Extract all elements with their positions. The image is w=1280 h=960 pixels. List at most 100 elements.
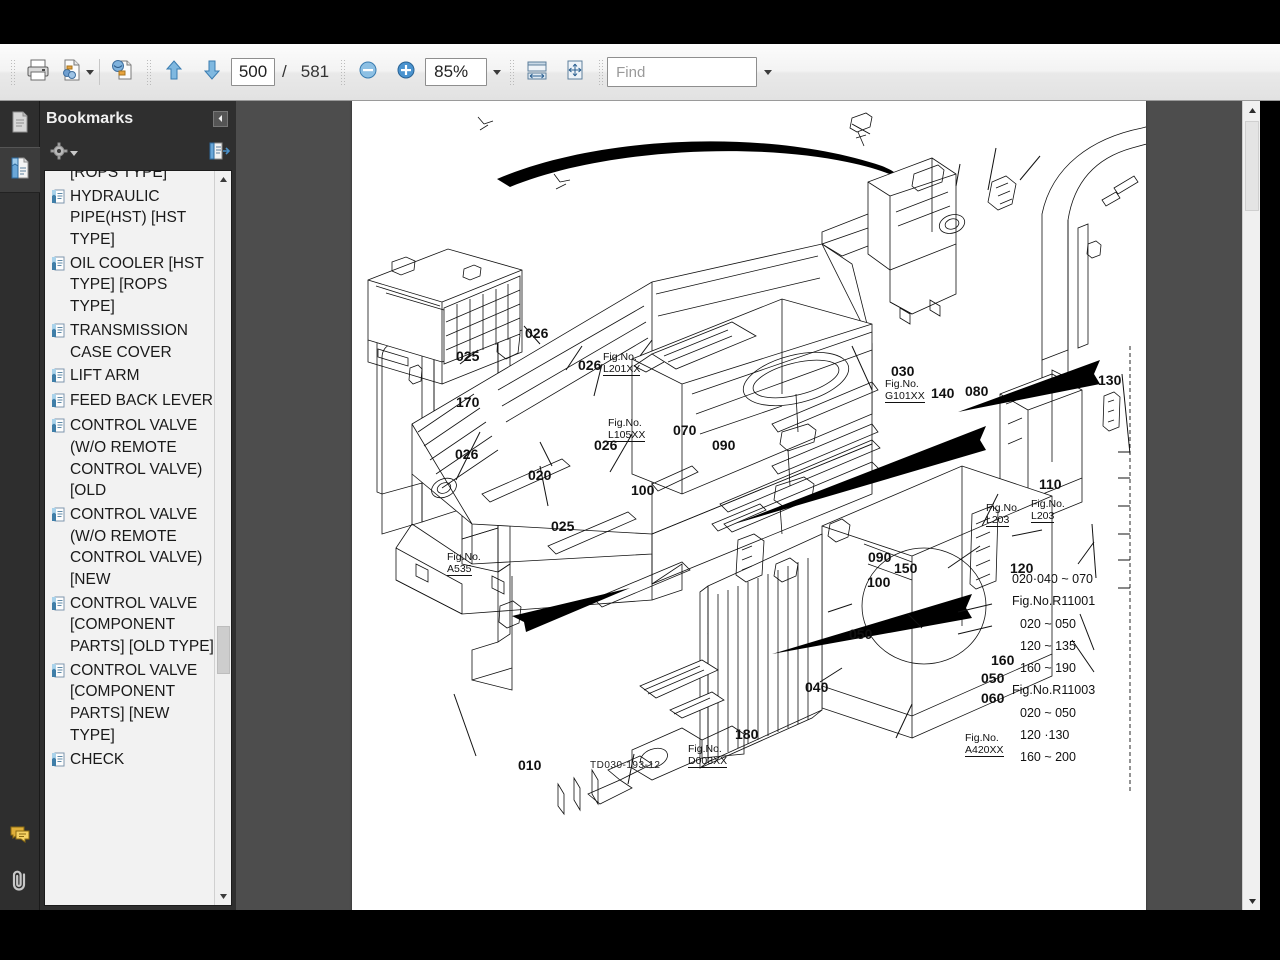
part-callout-026: 026 [525, 325, 549, 341]
fig-no-ref-A535: Fig.No. A535 [447, 551, 481, 576]
document-scroll-thumb[interactable] [1245, 121, 1259, 211]
bookmark-item-label: HYDRAULIC PIPE(HST) [HST TYPE] [70, 187, 186, 249]
toolbar: 500 / 581 85% Find [0, 44, 1280, 101]
bookmark-item[interactable]: HYDRAULIC PIPE(HST) [HST TYPE] [47, 185, 214, 252]
email-button[interactable] [104, 53, 142, 91]
page-number-input[interactable]: 500 [231, 58, 275, 86]
bookmark-item[interactable]: FEED BACK LEVER [47, 389, 214, 414]
chevron-down-icon [70, 150, 78, 156]
bookmark-item[interactable]: CHECK [47, 748, 214, 773]
bookmark-icon [51, 323, 65, 343]
bookmarks-panel-header: Bookmarks [40, 101, 236, 136]
rail-item-comments[interactable] [0, 814, 40, 860]
bookmark-item[interactable]: TRANSMISSION CASE COVER [47, 319, 214, 364]
navigation-rail [0, 101, 40, 910]
collapse-panel-button[interactable] [213, 110, 228, 127]
expand-current-bookmark-button[interactable] [208, 142, 231, 165]
bookmark-item[interactable]: CONTROL VALVE [COMPONENT PARTS] [NEW TYP… [47, 659, 214, 748]
bookmark-item-label: LIFT ARM [70, 367, 140, 385]
bookmark-item[interactable]: [ROPS TYPE] [47, 170, 214, 185]
pdf-page: 026 025 026 170 026 026 020 025 070 090 100 090 100 1… [352, 101, 1146, 910]
attachments-icon [8, 868, 32, 899]
reference-table-row: 120 ·130 [1020, 727, 1070, 742]
rail-item-page-thumbnails[interactable] [0, 101, 40, 147]
bookmark-item[interactable]: CONTROL VALVE (W/O REMOTE CONTROL VALVE)… [47, 503, 214, 592]
part-callout-090: 090 [868, 549, 892, 565]
save-as-button[interactable] [57, 53, 95, 91]
part-callout-080: 080 [965, 383, 989, 399]
fit-width-button[interactable] [518, 53, 556, 91]
reference-table-row: 020 ~ 050 [1020, 705, 1076, 720]
rail-item-bookmarks[interactable] [0, 147, 40, 193]
rail-bottom-group [0, 814, 40, 906]
part-callout-060: 060 [981, 690, 1005, 706]
document-scroll-down-button[interactable] [1243, 892, 1261, 910]
part-callout-026: 026 [578, 357, 602, 373]
search-input[interactable]: Find [607, 57, 758, 87]
bookmarks-list[interactable]: [ROPS TYPE] HYDRAULIC PIPE(HST) [HST TYP… [44, 170, 232, 906]
bookmarks-scroll-thumb[interactable] [217, 626, 230, 674]
bookmarks-scroll-down-button[interactable] [215, 888, 231, 905]
previous-page-button[interactable] [155, 53, 193, 91]
print-button[interactable] [19, 53, 57, 91]
part-callout-070: 070 [673, 422, 697, 438]
bookmark-item-label: CONTROL VALVE [COMPONENT PARTS] [NEW TYP… [70, 661, 198, 744]
bookmark-item-label: CHECK [70, 750, 125, 768]
reference-table-row: Fig.No.R11003 [1012, 683, 1096, 698]
email-icon [110, 57, 136, 88]
page-nav-group: 500 / 581 [155, 44, 336, 100]
zoom-level-input[interactable]: 85% [425, 58, 488, 86]
bookmark-item-label: CONTROL VALVE (W/O REMOTE CONTROL VALVE)… [70, 505, 203, 588]
expand-current-bookmark-icon [208, 142, 231, 165]
part-callout-160: 160 [991, 652, 1015, 668]
gear-icon [50, 142, 68, 165]
fit-page-button[interactable] [556, 53, 594, 91]
reference-table-row: 160 ~ 200 [1020, 750, 1076, 764]
bookmark-item[interactable]: OIL COOLER [HST TYPE] [ROPS TYPE] [47, 252, 214, 319]
save-as-icon [58, 57, 84, 88]
fig-no-ref-L201XX: Fig.No. L201XX [603, 351, 641, 376]
fit-width-icon [525, 58, 549, 87]
zoom-out-button[interactable] [349, 53, 387, 91]
find-dropdown-button[interactable] [757, 69, 777, 75]
fig-no-ref-A420XX: Fig.No. A420XX [965, 732, 1004, 757]
part-callout-026: 026 [455, 446, 479, 462]
find-group-grip[interactable] [598, 59, 604, 85]
nav-group-grip[interactable] [146, 59, 151, 85]
document-scrollbar[interactable] [1242, 101, 1260, 910]
fig-no-ref-L203: Fig.No. L203 [1031, 498, 1065, 523]
toolbar-grip[interactable] [10, 59, 15, 85]
rail-item-attachments[interactable] [0, 860, 40, 906]
zoom-group-grip[interactable] [340, 59, 346, 85]
page-total: 581 [300, 62, 330, 81]
comments-icon [8, 824, 32, 851]
bookmark-icon [51, 189, 65, 209]
zoom-in-icon [395, 59, 417, 86]
bookmark-icon [51, 663, 65, 683]
bookmark-icon [51, 752, 65, 772]
bookmark-item[interactable]: LIFT ARM [47, 364, 214, 389]
bookmark-options-button[interactable] [50, 142, 78, 165]
print-icon [25, 57, 51, 88]
document-canvas[interactable]: 026 025 026 170 026 026 020 025 070 090 100 090 100 1… [236, 101, 1242, 910]
document-scroll-up-button[interactable] [1243, 101, 1261, 119]
toolbar-separator-1 [99, 59, 100, 85]
find-group: Find [607, 44, 777, 100]
zoom-dropdown-button[interactable] [487, 69, 505, 75]
zoom-out-icon [357, 59, 379, 86]
bookmarks-scrollbar[interactable] [214, 171, 231, 905]
reference-table-row: 020 ~ 050 [1020, 616, 1076, 631]
bookmark-item-label: [ROPS TYPE] [70, 170, 168, 181]
save-as-dropdown-icon[interactable] [86, 69, 94, 75]
zoom-in-button[interactable] [387, 53, 425, 91]
bookmark-item[interactable]: CONTROL VALVE [COMPONENT PARTS] [OLD TYP… [47, 592, 214, 659]
bookmark-icon [51, 507, 65, 527]
next-page-button[interactable] [193, 53, 231, 91]
fit-group-grip[interactable] [509, 59, 515, 85]
arrow-down-icon [200, 58, 224, 87]
part-callout-030: 030 [891, 363, 915, 379]
bookmark-item[interactable]: CONTROL VALVE (W/O REMOTE CONTROL VALVE)… [47, 414, 214, 503]
bookmark-item-label: FEED BACK LEVER [70, 392, 213, 410]
bookmarks-scroll-up-button[interactable] [215, 171, 231, 188]
part-callout-170: 170 [456, 394, 480, 410]
